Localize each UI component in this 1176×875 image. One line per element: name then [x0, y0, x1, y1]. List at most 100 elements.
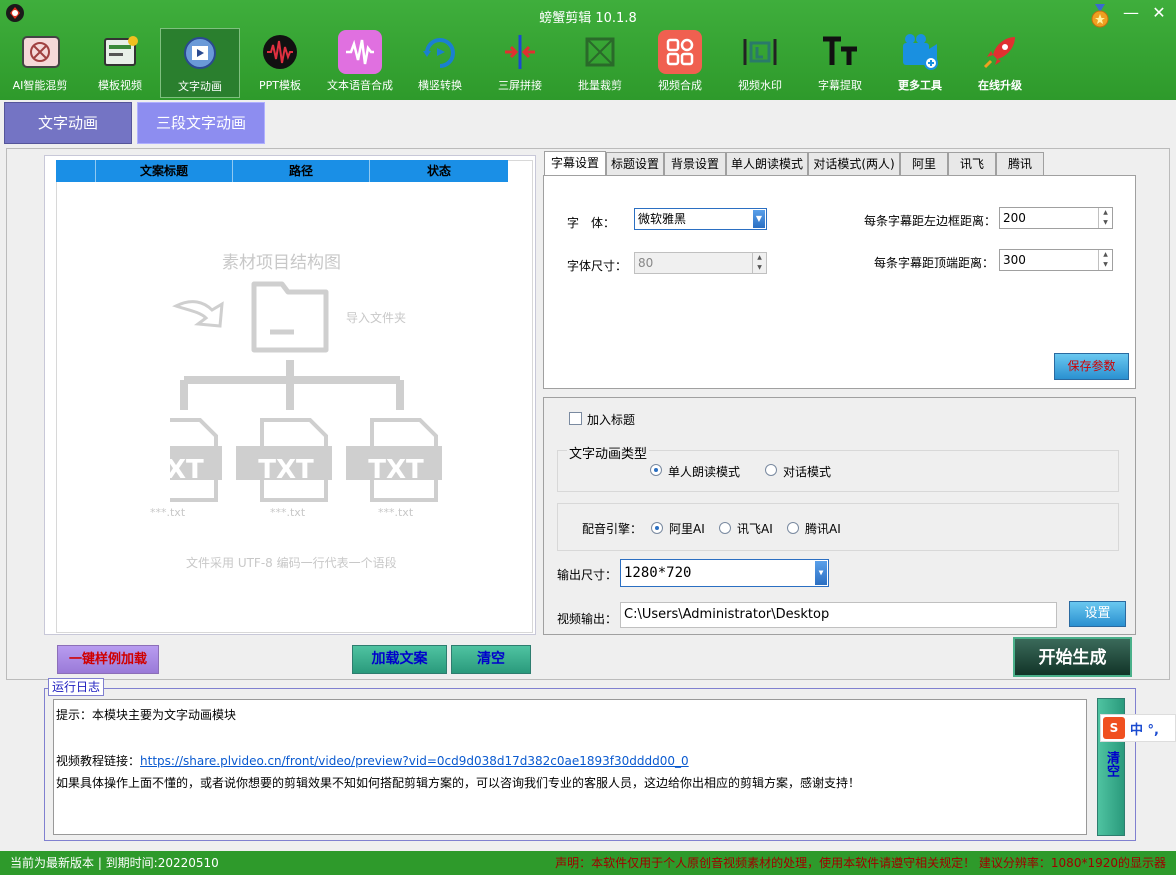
video-output-path[interactable]: C:\Users\Administrator\Desktop	[620, 602, 1057, 628]
close-button[interactable]: ✕	[1146, 2, 1172, 24]
file-name-hint: ***.txt	[150, 506, 186, 519]
output-settings-button[interactable]: 设置	[1069, 601, 1126, 627]
tool-template-video[interactable]: 模板视频	[80, 28, 160, 98]
tutorial-link[interactable]: https://share.plvideo.cn/front/video/pre…	[140, 754, 689, 768]
tab-ali[interactable]: 阿里	[900, 152, 948, 175]
rotate-icon	[418, 30, 462, 74]
tool-label: 模板视频	[98, 79, 142, 92]
font-select[interactable]: 微软雅黑 ▼	[634, 208, 767, 230]
engine-tencent-label: 腾讯AI	[805, 522, 841, 536]
tool-watermark[interactable]: 视频水印	[720, 28, 800, 98]
structure-diagram	[126, 280, 510, 530]
log-line: 提示：本模块主要为文字动画模块	[56, 708, 237, 722]
tab-dialog-mode[interactable]: 对话模式(两人)	[808, 152, 900, 175]
subtitle-icon	[818, 30, 862, 74]
split-icon	[498, 30, 542, 74]
tool-label: 视频水印	[738, 79, 782, 92]
add-title-label: 加入标题	[587, 413, 636, 427]
template-icon	[98, 30, 142, 74]
tab-title-settings[interactable]: 标题设置	[606, 152, 664, 175]
add-title-checkbox[interactable]	[569, 412, 582, 425]
col-status[interactable]: 状态	[370, 160, 508, 182]
output-size-select[interactable]: 1280*720 ▼	[620, 559, 829, 587]
minimize-button[interactable]: —	[1118, 2, 1144, 24]
log-legend: 运行日志	[48, 678, 105, 696]
spin-arrows-icon[interactable]: ▲ ▼	[1098, 208, 1112, 228]
tab-tencent[interactable]: 腾讯	[996, 152, 1044, 175]
top-margin-input[interactable]: 300 ▲ ▼	[999, 249, 1113, 271]
font-size-value: 80	[638, 256, 654, 270]
ime-logo-icon: S	[1103, 717, 1125, 739]
tts-icon	[338, 30, 382, 74]
tool-batch-crop[interactable]: 批量裁剪	[560, 28, 640, 98]
tool-rotate[interactable]: 横竖转换	[400, 28, 480, 98]
tool-ppt-template[interactable]: PPT模板	[240, 28, 320, 98]
more-tools-icon	[898, 30, 942, 74]
log-line: 视频教程链接：https://share.plvideo.cn/front/vi…	[56, 752, 689, 769]
file-name-hint: ***.txt	[270, 506, 306, 519]
video-output-label: 视频输出：	[557, 612, 618, 626]
tab-single-reader[interactable]: 单人朗读模式	[726, 152, 808, 175]
tool-more-tools[interactable]: 更多工具	[880, 28, 960, 98]
log-textarea[interactable]: 提示：本模块主要为文字动画模块 视频教程链接：https://share.plv…	[53, 699, 1087, 835]
log-line: 如果具体操作上面不懂的，或者说你想要的剪辑效果不知如何搭配剪辑方案的，可以咨询我…	[56, 776, 861, 790]
left-margin-input[interactable]: 200 ▲ ▼	[999, 207, 1113, 229]
tool-ai-mix[interactable]: AI智能混剪	[0, 28, 80, 98]
chevron-down-icon[interactable]: ▼	[753, 210, 765, 228]
medal-icon[interactable]	[1090, 4, 1110, 28]
settings-tab-bar: 字幕设置 标题设置 背景设置 单人朗读模式 对话模式(两人) 阿里 讯飞 腾讯	[544, 151, 1044, 176]
txt-label: TXT	[148, 455, 204, 485]
compose-icon	[658, 30, 702, 74]
font-size-label: 字体尺寸：	[567, 259, 628, 273]
tool-label: 文字动画	[178, 80, 222, 93]
tool-label: 文本语音合成	[327, 79, 393, 92]
txt-label: TXT	[258, 455, 314, 485]
tab-subtitle-settings[interactable]: 字幕设置	[544, 151, 606, 175]
col-path[interactable]: 路径	[233, 160, 370, 182]
tab-text-animation[interactable]: 文字动画	[4, 102, 132, 144]
output-size-label: 输出尺寸：	[557, 568, 618, 582]
tab-xunfei[interactable]: 讯飞	[948, 152, 996, 175]
tool-label: 视频合成	[658, 79, 702, 92]
spin-arrows-icon[interactable]: ▲ ▼	[752, 253, 766, 273]
chevron-down-icon[interactable]: ▼	[815, 561, 827, 585]
engine-tencent-radio[interactable]	[787, 522, 799, 534]
tool-label: 横竖转换	[418, 79, 462, 92]
font-size-input[interactable]: 80 ▲ ▼	[634, 252, 767, 274]
tool-text-animation[interactable]: 文字动画	[160, 28, 240, 98]
folder-tree-icon	[126, 281, 442, 502]
tool-label: PPT模板	[259, 79, 301, 92]
version-status: 当前为最新版本 | 到期时间:20220510	[10, 856, 219, 870]
spin-arrows-icon[interactable]: ▲ ▼	[1098, 250, 1112, 270]
status-bar: 当前为最新版本 | 到期时间:20220510 声明：本软件仅用于个人原创音视频…	[0, 851, 1176, 875]
engine-xunfei-radio[interactable]	[719, 522, 731, 534]
col-title[interactable]: 文案标题	[96, 160, 233, 182]
top-margin-label: 每条字幕距顶端距离：	[874, 256, 995, 270]
sample-load-button[interactable]: 一键样例加载	[57, 645, 159, 674]
crop-icon	[578, 30, 622, 74]
placeholder-title: 素材项目结构图	[222, 253, 341, 273]
ime-indicator[interactable]: S 中 °,	[1100, 714, 1176, 742]
start-generate-button[interactable]: 开始生成	[1013, 637, 1132, 677]
voice-engine-label: 配音引擎：	[582, 522, 643, 536]
tool-tts[interactable]: 文本语音合成	[320, 28, 400, 98]
tool-label: 字幕提取	[818, 79, 862, 92]
engine-xunfei-label: 讯飞AI	[737, 522, 773, 536]
load-text-button[interactable]: 加载文案	[352, 645, 447, 674]
tool-split-screen[interactable]: 三屏拼接	[480, 28, 560, 98]
col-blank	[56, 160, 96, 182]
clear-list-button[interactable]: 清空	[451, 645, 531, 674]
ime-status: 中 °,	[1130, 722, 1159, 738]
tool-label: 在线升级	[978, 79, 1022, 92]
tool-label: 更多工具	[898, 79, 942, 92]
save-params-button[interactable]: 保存参数	[1054, 353, 1129, 380]
tool-video-compose[interactable]: 视频合成	[640, 28, 720, 98]
mode-single-radio[interactable]	[650, 464, 662, 476]
tool-subtitle-extract[interactable]: 字幕提取	[800, 28, 880, 98]
tab-three-segment-animation[interactable]: 三段文字动画	[137, 102, 265, 144]
engine-ali-radio[interactable]	[651, 522, 663, 534]
tab-background-settings[interactable]: 背景设置	[664, 152, 726, 175]
mode-dialog-radio[interactable]	[765, 464, 777, 476]
tool-online-upgrade[interactable]: 在线升级	[960, 28, 1040, 98]
title-toolbar: 螃蟹剪辑 10.1.8 — ✕ AI智能混剪 模板视频 文字动画 PPT模板 文…	[0, 0, 1176, 100]
